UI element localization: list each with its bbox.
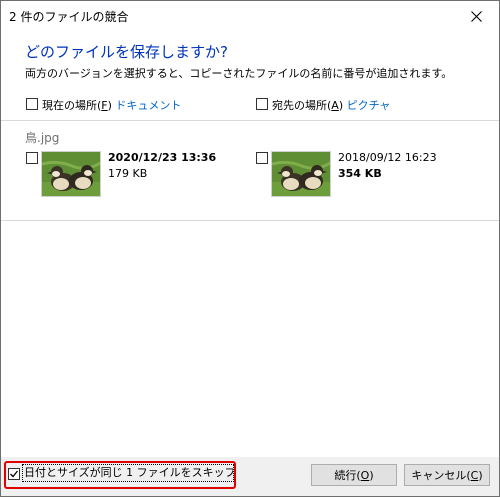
dialog-heading: どのファイルを保存しますか?: [25, 43, 228, 61]
ducklings-thumbnail-image: [42, 152, 100, 196]
title-bar: 2 件のファイルの競合: [1, 1, 499, 31]
source-file-thumbnail[interactable]: [41, 151, 101, 197]
select-all-destination-checkbox[interactable]: [256, 98, 268, 110]
header-separator: [1, 120, 499, 121]
dialog-footer: 日付とサイズが同じ 1 ファイルをスキップする(S) 続行(O) キャンセル(C…: [1, 457, 499, 496]
continue-button[interactable]: 続行(O): [311, 464, 397, 486]
skip-same-files-label[interactable]: 日付とサイズが同じ 1 ファイルをスキップする(S): [22, 464, 234, 482]
select-all-destination-label[interactable]: 宛先の場所(A) ピクチャ: [272, 97, 391, 113]
checkmark-icon: [10, 470, 19, 478]
skip-same-files-checkbox[interactable]: [8, 468, 20, 480]
destination-folder-link[interactable]: ピクチャ: [347, 99, 391, 112]
close-button[interactable]: [453, 1, 499, 31]
source-folder-link[interactable]: ドキュメント: [115, 99, 181, 112]
file-conflict-dialog: 2 件のファイルの競合 どのファイルを保存しますか? 両方のバージョンを選択する…: [0, 0, 500, 497]
destination-file-checkbox[interactable]: [256, 152, 268, 164]
destination-file-size: 354 KB: [338, 167, 382, 180]
dialog-description: 両方のバージョンを選択すると、コピーされたファイルの名前に番号が追加されます。: [25, 67, 453, 80]
conflict-file-name: 鳥.jpg: [25, 131, 60, 145]
cancel-button[interactable]: キャンセル(C): [404, 464, 490, 486]
destination-file-date: 2018/09/12 16:23: [338, 151, 437, 164]
close-icon: [470, 10, 482, 22]
window-title: 2 件のファイルの競合: [9, 10, 129, 24]
select-all-source-checkbox[interactable]: [26, 98, 38, 110]
destination-file-thumbnail[interactable]: [271, 151, 331, 197]
select-all-source-label[interactable]: 現在の場所(F) ドキュメント: [42, 97, 181, 113]
row-separator: [1, 220, 499, 221]
source-file-date: 2020/12/23 13:36: [108, 151, 217, 164]
source-file-size: 179 KB: [108, 167, 148, 180]
source-file-checkbox[interactable]: [26, 152, 38, 164]
ducklings-thumbnail-image: [272, 152, 330, 196]
